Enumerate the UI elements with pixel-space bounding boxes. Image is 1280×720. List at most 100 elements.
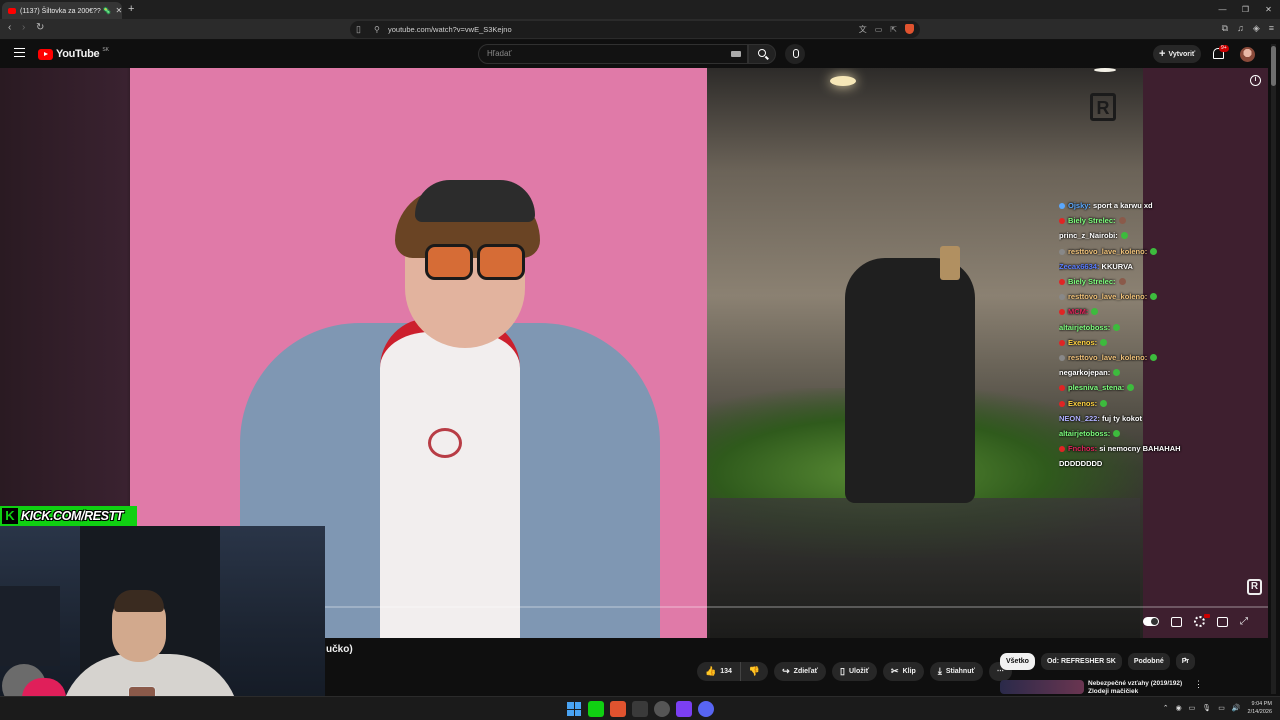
- tray-folder-icon[interactable]: ▭: [1189, 704, 1196, 712]
- chat-badge-icon: [1059, 203, 1065, 209]
- close-tab-icon[interactable]: ✕: [115, 6, 122, 15]
- clip-button[interactable]: ✂ Klip: [883, 662, 924, 681]
- media-icon[interactable]: ♫: [1237, 23, 1244, 34]
- recommended-more-icon[interactable]: ⋮: [1194, 679, 1203, 690]
- bookmark-icon[interactable]: ▯: [356, 21, 361, 38]
- browser-tab[interactable]: (1137) Šiltovka za 200€?? 🦠 ✕: [2, 2, 122, 19]
- download-button[interactable]: ⤓ Stiahnuť: [929, 662, 983, 681]
- voice-search-icon[interactable]: [785, 44, 805, 64]
- site-settings-icon[interactable]: ⚲: [374, 21, 380, 38]
- forward-icon[interactable]: ›: [22, 22, 25, 33]
- progress-bar[interactable]: [325, 606, 1268, 608]
- windows-start-icon[interactable]: [566, 701, 582, 717]
- scissors-icon: ✂: [891, 666, 899, 676]
- ceiling-lamp: [830, 76, 856, 86]
- recommended-thumbnail[interactable]: [1000, 680, 1084, 694]
- page-scrollbar[interactable]: [1271, 44, 1276, 694]
- twitch-icon[interactable]: [676, 701, 692, 717]
- clock[interactable]: 9:04 PM 2/14/2026: [1248, 700, 1272, 716]
- avatar[interactable]: [1240, 47, 1255, 62]
- menu-icon[interactable]: ≡: [1269, 23, 1274, 34]
- back-icon[interactable]: ‹: [8, 22, 11, 33]
- hamburger-menu-icon[interactable]: [14, 48, 25, 57]
- chat-message: negarkojepan:: [1059, 365, 1259, 380]
- new-tab-button[interactable]: +: [128, 3, 134, 15]
- chat-username: Zecax6634:: [1059, 261, 1100, 271]
- discord-icon[interactable]: [698, 701, 714, 717]
- tray-expand-icon[interactable]: ⌃: [1163, 704, 1169, 712]
- kick-app-icon[interactable]: [588, 701, 604, 717]
- chat-emote-icon: [1091, 308, 1099, 316]
- chat-badge-icon: [1059, 446, 1065, 453]
- chat-username: princ_z_Nairobi:: [1059, 231, 1118, 241]
- chat-message: princ_z_Nairobi:: [1059, 228, 1259, 243]
- chat-text: sport a karwu xd: [1093, 201, 1153, 210]
- chat-message: altairjetoboss:: [1059, 426, 1259, 441]
- like-button[interactable]: 👍 134: [697, 662, 741, 681]
- wallet-icon[interactable]: ◈: [1253, 23, 1260, 34]
- chat-overlay: Ojsky: sport a karwu xd Biely Strelec: pri…: [1059, 198, 1259, 472]
- keyboard-icon[interactable]: [731, 51, 741, 57]
- chat-emote-icon: [1150, 293, 1158, 301]
- maximize-icon[interactable]: ❐: [1234, 0, 1257, 19]
- chat-username: resttovo_lave_koleno:: [1068, 292, 1148, 302]
- chat-message: Exenos:: [1059, 396, 1259, 411]
- minimize-icon[interactable]: —: [1211, 0, 1234, 19]
- volume-icon[interactable]: 🔊: [1232, 704, 1241, 712]
- translate-icon[interactable]: 文: [859, 21, 867, 38]
- reload-icon[interactable]: ↻: [36, 22, 44, 33]
- chat-message: resttovo_lave_koleno:: [1059, 244, 1259, 259]
- chat-username: Ojsky:: [1068, 201, 1091, 210]
- phone: [940, 246, 960, 280]
- url-bar[interactable]: ▯ ⚲ youtube.com/watch?v=vwE_S3Kejno 文 ▭ …: [350, 21, 920, 38]
- info-icon[interactable]: i: [1250, 75, 1261, 86]
- youtube-logo[interactable]: YouTube SK: [38, 47, 109, 60]
- window-controls: — ❐ ✕: [1211, 0, 1280, 19]
- dislike-button[interactable]: 👎: [740, 662, 769, 681]
- chat-emote-icon: [1113, 369, 1121, 377]
- brave-browser-icon[interactable]: [610, 701, 626, 717]
- fullscreen-icon[interactable]: ⤢: [1240, 616, 1248, 627]
- youtube-play-icon: [38, 48, 53, 60]
- filter-chip[interactable]: Podobné: [1127, 653, 1170, 670]
- search-button[interactable]: [748, 44, 776, 64]
- filter-chip[interactable]: Od: REFRESHER SK: [1040, 653, 1122, 670]
- search-input[interactable]: Hľadať: [478, 44, 748, 64]
- chips-next-icon[interactable]: ›: [1184, 654, 1187, 665]
- person-mirror-selfie: [845, 258, 975, 503]
- chat-message: Biely Strelec:: [1059, 274, 1259, 289]
- recommended-video[interactable]: Nebezpečné vzťahy (2019/192) Zlodeji mač…: [1000, 678, 1203, 696]
- share-button[interactable]: ↪ Zdieľať: [774, 662, 827, 681]
- tab-title: (1137) Šiltovka za 200€?? 🦠: [20, 7, 112, 15]
- network-icon[interactable]: ▭: [1218, 704, 1225, 712]
- browser-tab-bar: (1137) Šiltovka za 200€?? 🦠 ✕ + — ❐ ✕: [0, 0, 1280, 19]
- filter-chip[interactable]: Všetko: [1000, 653, 1035, 670]
- miniplayer-icon[interactable]: [1217, 616, 1228, 627]
- close-window-icon[interactable]: ✕: [1257, 0, 1280, 19]
- chat-username: resttovo_lave_koleno:: [1068, 246, 1148, 256]
- microphone-icon[interactable]: 🎙: [1202, 704, 1211, 712]
- save-button[interactable]: ▯ Uložiť: [832, 662, 878, 681]
- autoplay-toggle[interactable]: [1143, 617, 1159, 626]
- share-page-icon[interactable]: ⇱: [890, 21, 897, 38]
- obs-icon[interactable]: [632, 701, 648, 717]
- video-actions: 👍 134 👎 ↪ Zdieľať ▯ Uložiť ✂ Klip ⤓ Stiahnuť …: [697, 662, 1012, 681]
- create-button[interactable]: + Vytvoriť: [1153, 45, 1201, 63]
- extensions-icon[interactable]: ⧉: [1222, 23, 1228, 34]
- clip-label: Klip: [902, 668, 916, 675]
- subtitles-icon[interactable]: [1171, 616, 1182, 627]
- tray-app-icon[interactable]: ◉: [1176, 704, 1182, 712]
- chat-badge-icon: [1059, 309, 1065, 316]
- chat-username: Exenos:: [1068, 398, 1098, 408]
- brave-shield-icon[interactable]: [905, 24, 914, 34]
- chat-emote-icon: [1100, 399, 1108, 407]
- hd-badge: [1204, 614, 1210, 618]
- channel-watermark-icon[interactable]: R: [1247, 579, 1262, 595]
- settings-gear-icon[interactable]: [1194, 614, 1210, 627]
- pip-icon[interactable]: ▭: [875, 21, 883, 38]
- github-icon[interactable]: [654, 701, 670, 717]
- save-label: Uložiť: [848, 668, 870, 675]
- chat-username: Biely Strelec:: [1068, 277, 1116, 287]
- chat-message: Ojsky: sport a karwu xd: [1059, 198, 1259, 213]
- recommended-title[interactable]: Nebezpečné vzťahy (2019/192) Zlodeji mač…: [1088, 680, 1188, 696]
